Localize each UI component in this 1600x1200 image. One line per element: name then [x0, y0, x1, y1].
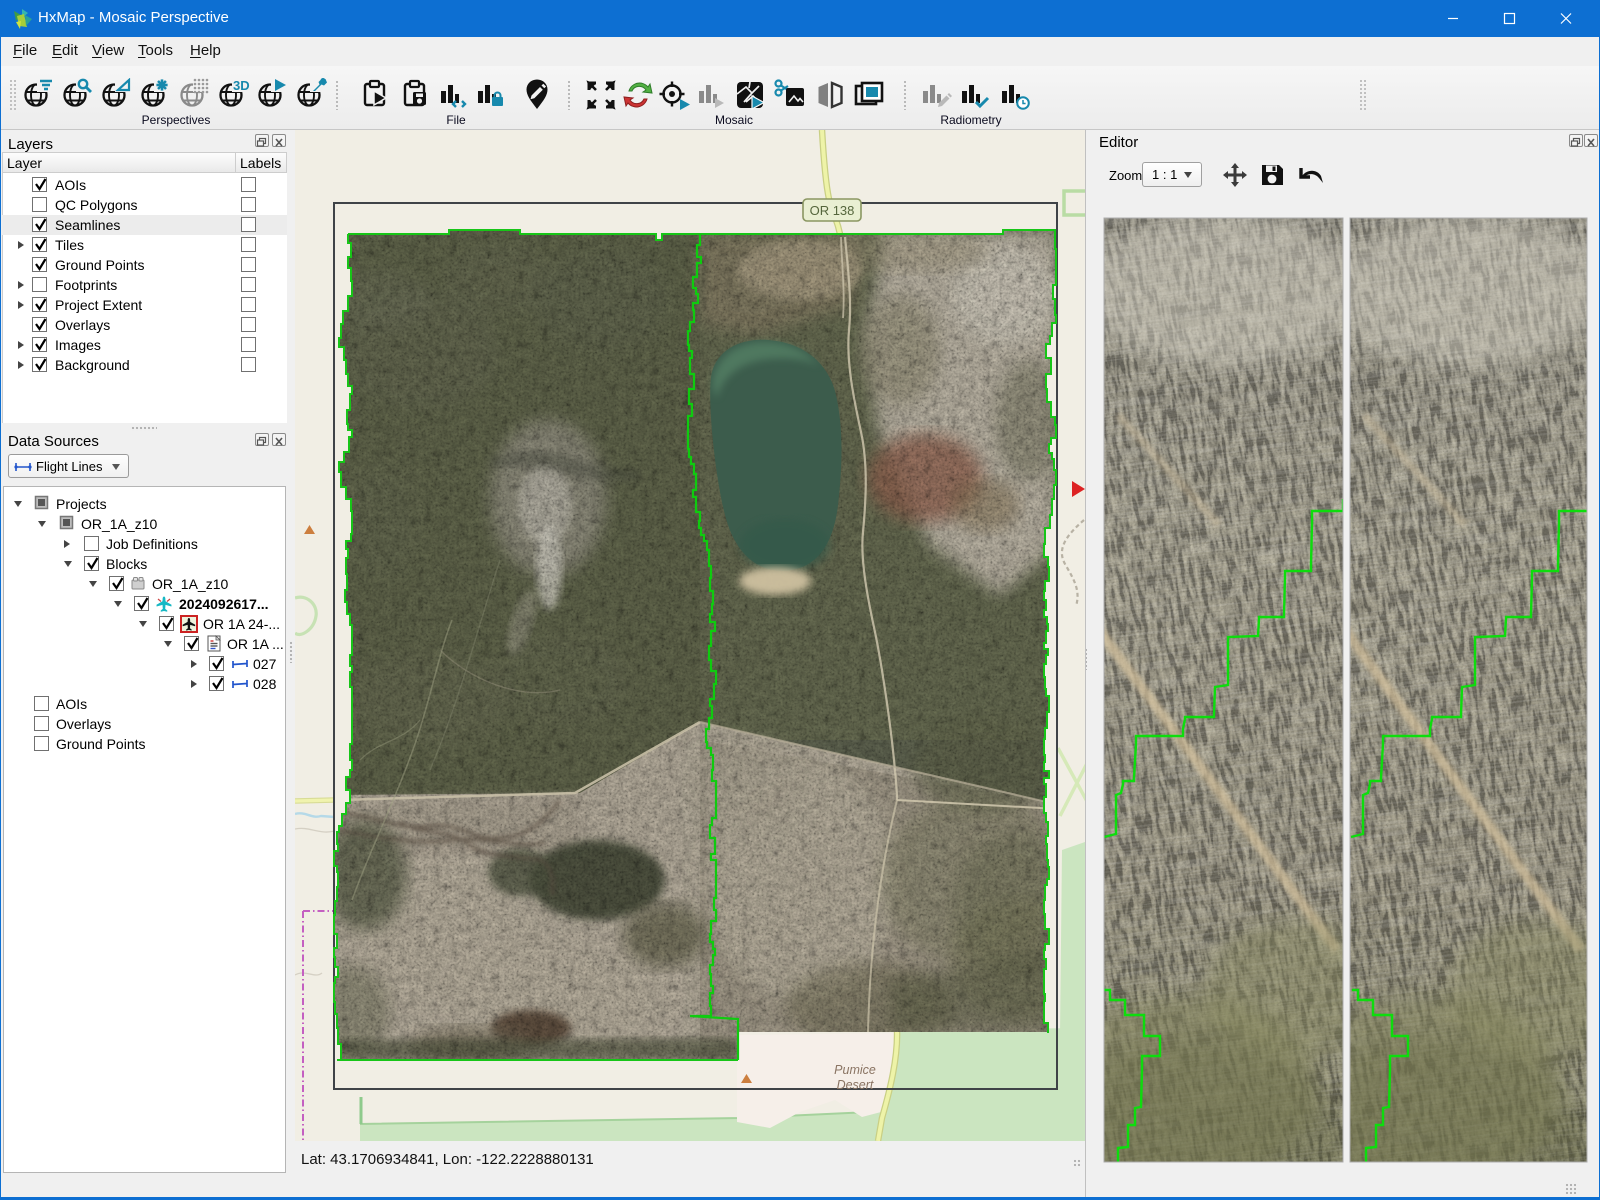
svg-text:OR 138: OR 138	[810, 203, 855, 218]
svg-text:Pumice: Pumice	[834, 1063, 876, 1077]
svg-text:Desert: Desert	[837, 1078, 874, 1092]
svg-text:3D: 3D	[233, 78, 250, 93]
